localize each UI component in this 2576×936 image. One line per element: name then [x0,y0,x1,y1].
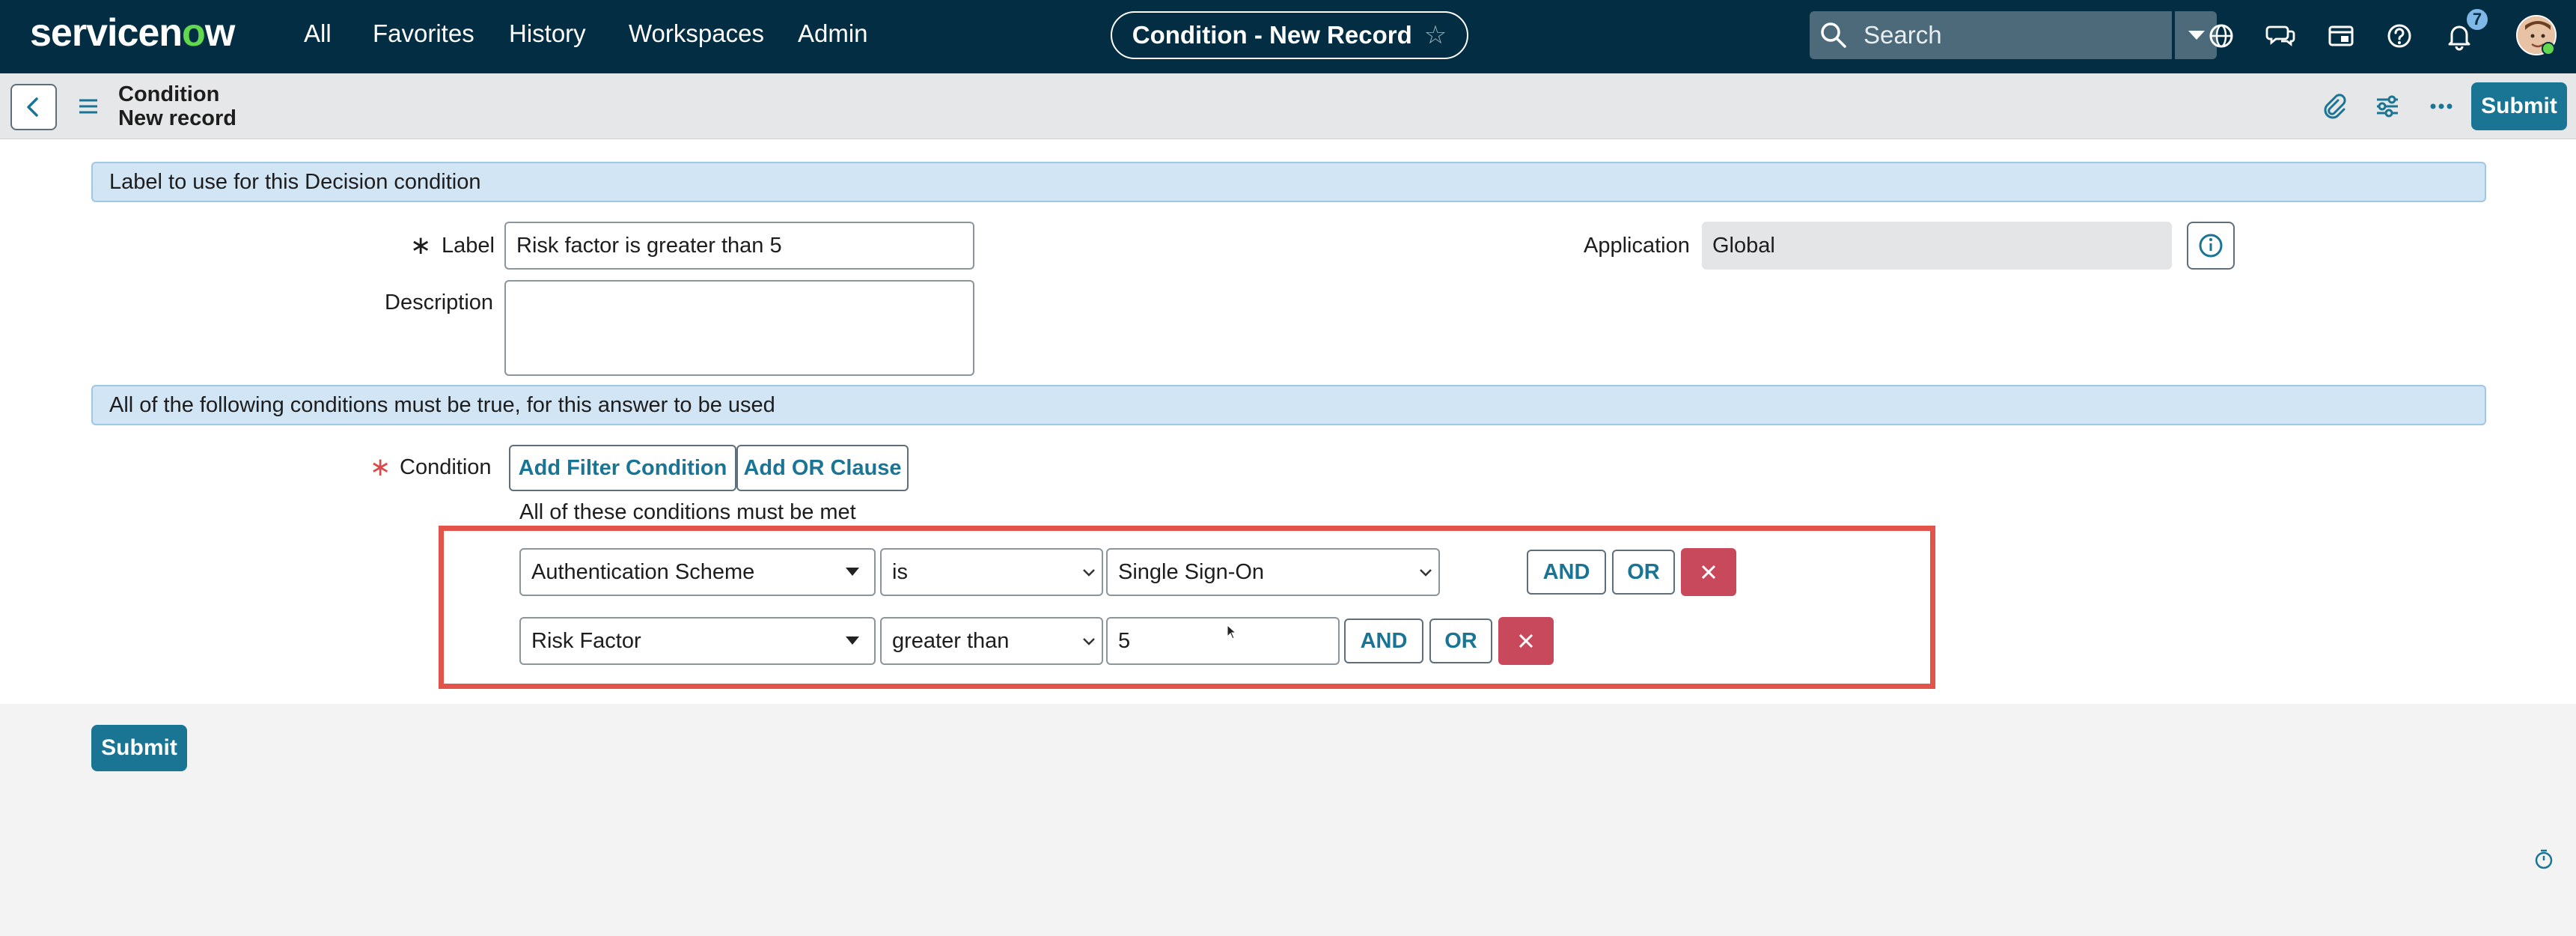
condition-field-select[interactable]: Risk Factor [519,617,876,665]
submit-button-bottom[interactable]: Submit [91,725,187,771]
condition-operator-value: is [892,559,908,584]
nav-favorites[interactable]: Favorites [373,19,474,48]
delete-condition-button[interactable] [1681,548,1736,596]
or-condition-button[interactable]: OR [1429,619,1492,663]
required-marker: ∗ [410,231,432,260]
attachment-paperclip-icon[interactable] [2319,91,2348,121]
condition-value-select[interactable]: Single Sign-On [1106,548,1440,596]
nav-workspaces[interactable]: Workspaces [629,19,764,48]
description-field-label: Description [385,291,494,314]
condition-field-select[interactable]: Authentication Scheme [519,548,876,596]
globe-icon[interactable] [2205,19,2238,52]
back-button[interactable] [10,84,57,130]
and-condition-button[interactable]: AND [1344,619,1423,663]
record-title: Condition - New Record [1132,21,1412,49]
servicenow-logo[interactable]: servicenow [30,10,235,55]
context-menu-icon[interactable] [78,97,99,115]
chevron-left-icon [27,97,38,117]
breadcrumb-table-name: Condition [118,82,220,106]
help-icon[interactable] [2383,19,2416,52]
dropdown-caret-icon [846,568,859,576]
condition-field-label: Condition [400,455,492,479]
delete-condition-button[interactable] [1498,617,1554,665]
condition-field-value: Risk Factor [531,628,641,653]
application-field-label: Application [1584,234,1690,258]
condition-operator-select[interactable]: greater than [880,617,1103,665]
logo-o-mark: o [182,11,206,55]
application-info-button[interactable] [2187,222,2235,270]
condition-value: Single Sign-On [1118,559,1265,584]
description-textarea[interactable] [504,280,974,376]
application-readonly-field: Global [1702,222,2172,270]
or-condition-button[interactable]: OR [1612,550,1675,595]
presence-status-indicator [2542,42,2555,55]
notification-count-badge: 7 [2465,7,2489,31]
chevron-down-icon [1083,638,1095,645]
info-icon [2199,234,2223,258]
condition-field-value: Authentication Scheme [531,559,755,584]
add-filter-condition-button[interactable]: Add Filter Condition [509,445,736,491]
condition-operator-select[interactable]: is [880,548,1103,596]
nav-all[interactable]: All [304,19,332,48]
chat-icon[interactable] [2265,19,2298,52]
nav-admin[interactable]: Admin [798,19,868,48]
label-input[interactable]: Risk factor is greater than 5 [504,222,974,270]
search-icon [1821,22,1846,48]
nav-history[interactable]: History [509,19,586,48]
required-marker: ∗ [370,453,391,481]
conditions-hint-text: All of these conditions must be met [519,500,856,524]
personalize-form-sliders-icon[interactable] [2372,91,2402,121]
close-icon [1701,565,1716,580]
more-options-icon[interactable] [2426,91,2456,121]
record-title-pill[interactable]: Condition - New Record ☆ [1111,11,1468,59]
favorite-star-icon[interactable]: ☆ [1424,20,1447,50]
submit-button-header[interactable]: Submit [2471,82,2567,130]
and-condition-button[interactable]: AND [1527,550,1606,595]
dropdown-caret-icon [846,636,859,645]
mouse-cursor-icon [1227,624,1236,639]
app-switcher-icon[interactable] [2325,19,2357,52]
condition-value-input[interactable]: 5 [1106,617,1340,665]
add-or-clause-button[interactable]: Add OR Clause [736,445,909,491]
chevron-down-icon [1420,569,1432,577]
global-search-input[interactable]: Search [1810,11,2172,59]
section-label-annotation: Label to use for this Decision condition [91,162,2486,202]
label-field-label: Label [442,234,495,258]
section-conditions-annotation: All of the following conditions must be … [91,385,2486,425]
response-timer-icon[interactable] [2533,848,2555,870]
chevron-down-icon [1083,569,1095,577]
close-icon [1519,633,1533,648]
breadcrumb-record-name: New record [118,106,236,130]
record-header [0,73,2576,139]
condition-operator-value: greater than [892,628,1010,653]
